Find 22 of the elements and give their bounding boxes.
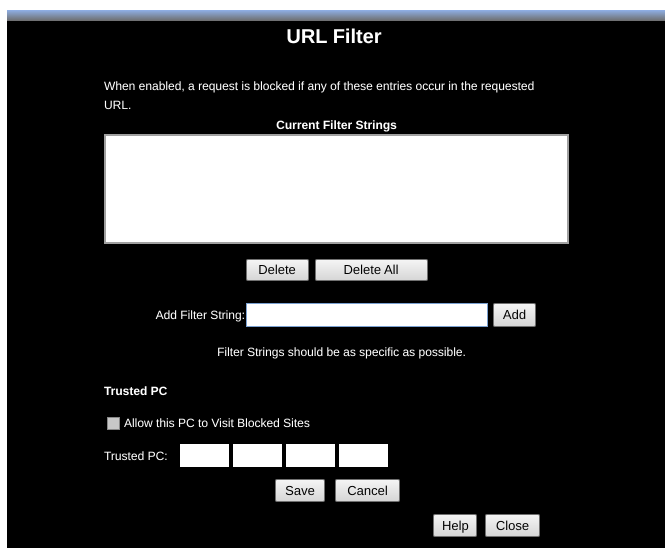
list-label: Current Filter Strings — [275, 117, 398, 134]
hint-text: Filter Strings should be as specific as possible. — [216, 344, 467, 361]
close-button[interactable]: Close — [485, 514, 540, 537]
help-button[interactable]: Help — [433, 514, 477, 537]
save-button[interactable]: Save — [275, 479, 325, 502]
ip-octet-field[interactable] — [286, 444, 335, 467]
checkbox[interactable] — [107, 416, 120, 430]
ip-octet-field[interactable] — [180, 444, 229, 467]
section-heading: Trusted PC — [104, 383, 168, 400]
filter-string-field[interactable] — [246, 303, 488, 327]
delete-button[interactable]: Delete — [246, 259, 308, 281]
ip-octet-field[interactable] — [339, 444, 388, 467]
checkbox-label: Allow this PC to Visit Blocked Sites — [124, 415, 310, 432]
trusted-pc-label: Trusted PC: — [104, 448, 169, 464]
description: When enabled, a request is blocked if any of these entries occur in the requested URL. — [104, 78, 536, 114]
add-filter-label: Add Filter String: — [154, 307, 245, 324]
add-button[interactable]: Add — [493, 303, 536, 327]
delete-all-button[interactable]: Delete All — [314, 259, 428, 281]
cancel-button[interactable]: Cancel — [335, 479, 400, 502]
ip-octet-field[interactable] — [233, 444, 282, 467]
filter-list[interactable] — [104, 134, 569, 244]
page-title: URL Filter — [285, 25, 383, 49]
